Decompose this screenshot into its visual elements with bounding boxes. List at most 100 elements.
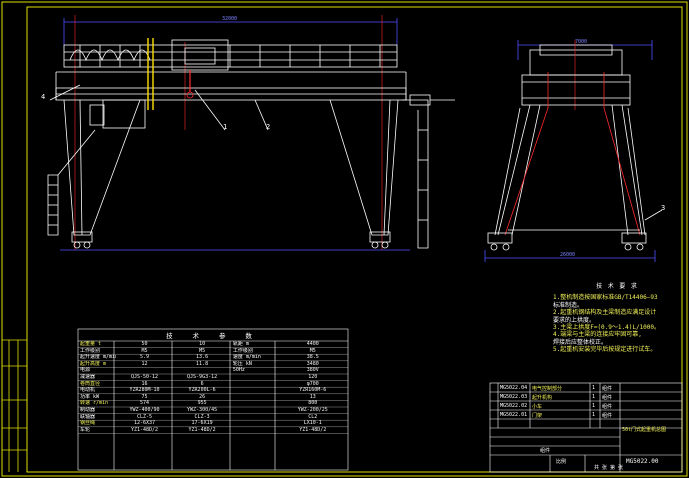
param-table-cell: 速度 m/min	[232, 354, 261, 361]
param-table-row: 起重量 t 50 10 轨距 m 4400	[78, 341, 348, 348]
param-table-cell: 减速器	[80, 373, 96, 380]
title-block-title: 50t门式起重机总图	[622, 427, 667, 433]
param-table-cell: 11.8	[196, 360, 209, 367]
title-block-cell: 1	[592, 385, 596, 391]
param-table-cell	[231, 387, 278, 394]
param-table-cell: YZ1-48D/2	[130, 426, 159, 433]
param-table-row: 联轴器 CLZ-5 CLZ-3 CL2	[78, 414, 348, 421]
param-table-cell: 起升高度 m	[80, 360, 107, 367]
title-block-cell: 组件	[602, 413, 613, 419]
param-table-cell: 955	[197, 400, 207, 407]
param-table-cell	[116, 367, 174, 374]
title-block-cell: 组件	[602, 404, 613, 410]
title-block-cell: MG5022.01	[500, 412, 528, 418]
technical-notes: 技 术 要 求 1.整机制造按国家标准GB/T14406—93 标准制造。 2.…	[553, 283, 681, 354]
callout-3: 3	[661, 204, 666, 212]
title-block-cell: MG5022.03	[500, 394, 528, 400]
param-table-cell: 50Hz	[232, 367, 245, 374]
title-block-sheet: 共 张 第 张	[594, 465, 624, 471]
param-table-cell	[231, 427, 278, 434]
param-table-cell: φ700	[306, 380, 319, 387]
dim-side-width: 7000	[575, 39, 588, 45]
param-table-cell: 卷筒直径	[80, 380, 101, 387]
param-table-cell: YZR160M-6	[299, 387, 327, 394]
param-table-cell: YZ1-48D/2	[299, 426, 327, 433]
title-block-drawing-no: MG5022.00	[626, 458, 659, 465]
param-table-cell: 380V	[306, 367, 319, 374]
title-block-cell: MG5022.02	[500, 403, 528, 409]
param-table-cell: YZ1-48D/2	[188, 426, 216, 433]
title-block-cell: 电气控制部分	[532, 386, 563, 392]
param-table-row: 钢丝绳 12-6X37 17-6X19 LX10-1	[78, 420, 348, 427]
param-table-cell: 车轮	[80, 426, 91, 433]
param-table-cell: QJS-9G3-12	[187, 373, 218, 380]
title-block-cell: 组件	[602, 386, 613, 392]
param-table-row: 工作级别 M5 M5 工作级别 M5	[78, 348, 348, 355]
param-table-cell: 13.6	[196, 354, 209, 361]
dim-bottom-span: 26000	[560, 252, 576, 258]
param-table-cell	[173, 367, 231, 374]
title-block-cell: 小车	[532, 404, 543, 410]
param-table-cell: 800	[308, 400, 318, 407]
param-table-cell: 38.5	[306, 354, 319, 361]
callout-1: 1	[223, 123, 228, 131]
note-line: 要求的上拱度。	[553, 316, 596, 324]
param-table-row: 起升速度 m/min 5.9 13.6 速度 m/min 38.5	[78, 354, 348, 361]
callout-2: 2	[266, 123, 271, 131]
title-block-cell: 1	[592, 394, 596, 400]
param-table-cell: 联轴器	[80, 413, 96, 420]
title-block-cell: 门架	[532, 413, 543, 419]
param-table-cell: 12	[141, 360, 148, 367]
param-table-cell: YWZ-400/90	[129, 406, 160, 413]
title-block-material: 组件	[540, 448, 551, 454]
param-table-cell: 4400	[306, 341, 319, 347]
param-table-cell: 6	[200, 380, 204, 387]
front-view	[47, 15, 429, 251]
title-block-cell: 组件	[602, 395, 613, 401]
param-table-cell: 13	[309, 393, 316, 400]
param-table-cell: 17-6X19	[191, 420, 213, 427]
param-table-cell: M5	[199, 347, 206, 354]
param-table-cell	[231, 400, 278, 407]
param-table-row: 电源 50Hz 380V	[78, 367, 348, 374]
param-table-row: 卷筒直径 16 6 φ700	[78, 381, 348, 388]
param-table-cell: 起重量 t	[80, 341, 102, 347]
param-table-row: 减速器 QJS-50-12 QJS-9G3-12 120	[78, 374, 348, 381]
param-table-cell: 工作级别	[80, 347, 101, 354]
param-table-cell	[231, 381, 278, 388]
param-table-cell: 轮压 kN	[232, 360, 252, 367]
param-table-cell: 75	[141, 393, 148, 400]
param-table-cell: 50	[141, 341, 148, 347]
param-table-cell: 10	[199, 341, 206, 347]
param-table-cell: 功率 kW	[80, 393, 100, 400]
param-table-cell: 16	[141, 380, 148, 387]
param-table-cell: YZR200L-6	[188, 387, 216, 394]
param-table-cell	[231, 414, 278, 421]
param-table-cell: M5	[309, 347, 316, 354]
param-table-cell: M5	[141, 347, 148, 354]
side-view	[409, 40, 663, 262]
param-table-cell: 电动机	[80, 387, 96, 394]
param-table: 技 术 参 数 起重量 t 50 10 轨距 m 4400 工作级别 M5 M5 工作级别 M5 起…	[78, 329, 348, 470]
param-table-row: 起升高度 m 12 11.8 轮压 kN 3480	[78, 361, 348, 368]
param-table-cell: 5.9	[140, 354, 150, 361]
param-table-cell: 制动器	[80, 406, 96, 413]
param-table-title: 技 术 参 数	[166, 332, 260, 340]
param-table-row: 电动机 YZR280M-10 YZR200L-6 YZR160M-6	[78, 387, 348, 394]
technical-notes-title: 技 术 要 求	[596, 283, 638, 290]
param-table-cell	[231, 374, 278, 381]
param-table-row: 转速 r/min 574 955 800	[78, 400, 348, 407]
param-table-cell	[231, 420, 278, 427]
param-table-cell: 3480	[306, 360, 319, 367]
param-table-row: 车轮 YZ1-48D/2 YZ1-48D/2 YZ1-48D/2	[78, 427, 348, 434]
note-line: 2.起重机钢结构及主梁制造应满足设计	[553, 309, 657, 317]
title-block-scale: 比例	[556, 459, 567, 465]
param-table-cell: CLZ-3	[194, 413, 210, 420]
param-table-cell: 转速 r/min	[80, 400, 109, 407]
dim-span-top: 32000	[222, 16, 238, 22]
param-table-cell: QJS-50-12	[130, 373, 159, 380]
param-table-cell: 574	[140, 400, 150, 407]
param-table-cell: 120	[308, 373, 318, 380]
title-block-cell: 起升机构	[532, 395, 553, 401]
param-table-cell	[231, 407, 278, 414]
